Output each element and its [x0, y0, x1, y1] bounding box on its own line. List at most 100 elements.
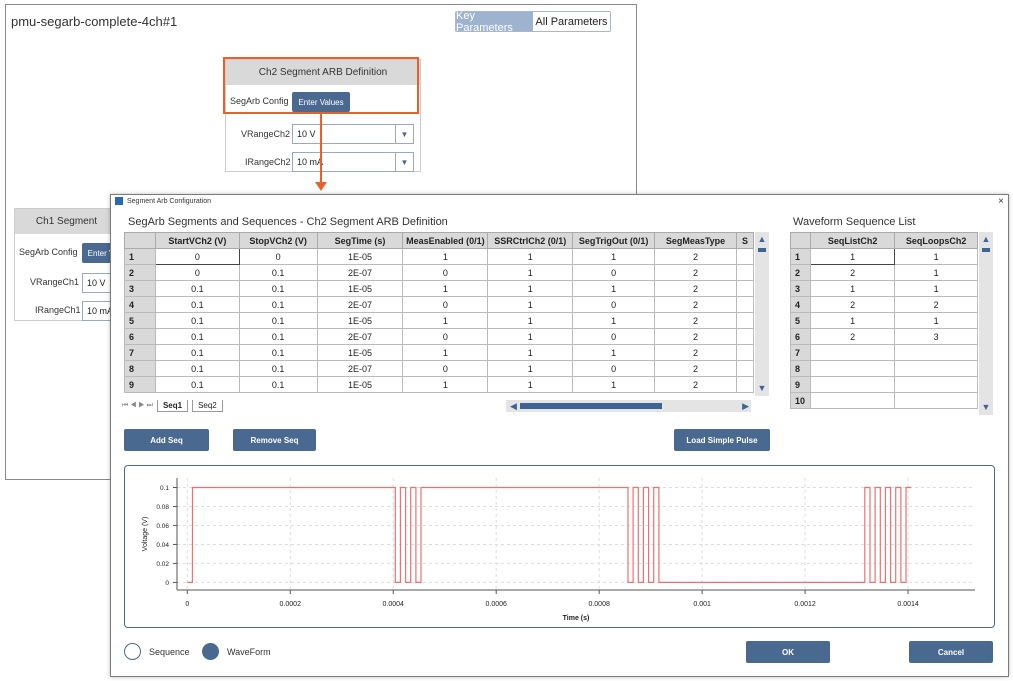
table-cell[interactable]: 1	[894, 264, 978, 281]
table-cell[interactable]: 0.1	[154, 376, 240, 393]
table-cell[interactable]: 0.1	[154, 328, 240, 345]
table-cell[interactable]: 2	[654, 280, 737, 297]
table-cell[interactable]	[735, 312, 754, 329]
table-cell[interactable]: 1	[487, 344, 574, 361]
column-header[interactable]: SegMeasType	[654, 232, 737, 249]
table-cell[interactable]: 1E-05	[316, 280, 404, 297]
row-header[interactable]: 10	[790, 392, 811, 409]
row-header[interactable]: 9	[790, 376, 811, 393]
column-header[interactable]: S	[735, 232, 754, 249]
table-cell[interactable]: 1	[572, 312, 656, 329]
ok-button[interactable]: OK	[746, 641, 830, 663]
table-cell[interactable]	[735, 280, 754, 297]
table-cell[interactable]: 1	[487, 248, 574, 265]
row-header[interactable]: 7	[124, 344, 156, 361]
table-cell[interactable]: 1	[572, 248, 656, 265]
segments-hscroll[interactable]: ◀ ▶	[506, 400, 751, 412]
table-cell[interactable]: 2	[894, 296, 978, 313]
table-cell[interactable]: 3	[894, 328, 978, 345]
table-cell[interactable]: 2E-07	[316, 360, 404, 377]
table-cell[interactable]: 1	[572, 344, 656, 361]
table-cell[interactable]: 1	[894, 312, 978, 329]
all-parameters-tab[interactable]: All Parameters	[533, 12, 610, 31]
column-header[interactable]: SegTime (s)	[316, 232, 404, 249]
scroll-up-icon[interactable]: ▲	[979, 233, 993, 245]
row-header[interactable]: 5	[124, 312, 156, 329]
table-cell[interactable]: 1	[487, 264, 574, 281]
scroll-thumb[interactable]	[982, 248, 990, 252]
table-cell[interactable]: 0	[154, 264, 240, 281]
column-header[interactable]: SeqListCh2	[809, 232, 896, 249]
table-cell[interactable]: 0.1	[154, 280, 240, 297]
scroll-thumb[interactable]	[758, 248, 766, 252]
table-cell[interactable]: 1	[402, 248, 489, 265]
table-cell[interactable]: 0.1	[238, 360, 318, 377]
scroll-right-icon[interactable]: ▶	[742, 401, 749, 412]
table-cell[interactable]: 2	[654, 296, 737, 313]
table-cell[interactable]: 0	[572, 296, 656, 313]
table-cell[interactable]: 2	[654, 248, 737, 265]
row-header[interactable]: 4	[124, 296, 156, 313]
table-cell[interactable]: 1	[809, 312, 896, 329]
chevron-down-icon[interactable]: ▼	[395, 125, 413, 143]
chevron-down-icon[interactable]: ▼	[395, 153, 413, 171]
load-simple-pulse-button[interactable]: Load Simple Pulse	[674, 429, 770, 451]
table-cell[interactable]: 0.1	[154, 312, 240, 329]
row-header[interactable]: 7	[790, 344, 811, 361]
table-cell[interactable]: 0	[572, 264, 656, 281]
table-cell[interactable]: 0	[402, 328, 489, 345]
table-cell[interactable]: 1	[487, 280, 574, 297]
table-cell[interactable]: 1	[809, 248, 896, 265]
table-cell[interactable]: 2	[809, 264, 896, 281]
table-cell[interactable]: 1	[487, 328, 574, 345]
table-cell[interactable]: 2E-07	[316, 296, 404, 313]
table-cell[interactable]: 0.1	[238, 264, 318, 281]
table-cell[interactable]: 1	[487, 296, 574, 313]
table-cell[interactable]	[809, 392, 896, 409]
table-cell[interactable]: 2	[654, 312, 737, 329]
scroll-down-icon[interactable]: ▼	[755, 382, 769, 394]
segments-vscroll[interactable]: ▲ ▼	[755, 232, 769, 396]
row-header[interactable]: 8	[124, 360, 156, 377]
table-cell[interactable]: 1	[402, 280, 489, 297]
vrange-ch2-select[interactable]: 10 V ▼	[292, 124, 414, 144]
hscroll-thumb[interactable]	[520, 403, 662, 409]
scroll-down-icon[interactable]: ▼	[979, 401, 993, 413]
table-cell[interactable]	[735, 376, 754, 393]
table-cell[interactable]	[809, 376, 896, 393]
table-cell[interactable]: 0	[572, 328, 656, 345]
row-header[interactable]: 5	[790, 312, 811, 329]
table-cell[interactable]: 1	[487, 360, 574, 377]
table-cell[interactable]: 1E-05	[316, 248, 404, 265]
table-cell[interactable]: 1E-05	[316, 376, 404, 393]
remove-seq-button[interactable]: Remove Seq	[233, 429, 316, 451]
table-cell[interactable]: 1	[572, 376, 656, 393]
table-cell[interactable]: 0	[402, 264, 489, 281]
table-cell[interactable]	[735, 344, 754, 361]
table-cell[interactable]: 1	[402, 344, 489, 361]
table-cell[interactable]: 2	[654, 264, 737, 281]
scroll-up-icon[interactable]: ▲	[755, 233, 769, 245]
column-header[interactable]: SegTrigOut (0/1)	[572, 232, 656, 249]
table-cell[interactable]: 0.1	[238, 312, 318, 329]
row-header[interactable]: 4	[790, 296, 811, 313]
row-header[interactable]: 6	[790, 328, 811, 345]
table-cell[interactable]: 0.1	[154, 296, 240, 313]
table-cell[interactable]: 0.1	[154, 360, 240, 377]
table-cell[interactable]	[894, 360, 978, 377]
table-cell[interactable]	[809, 344, 896, 361]
table-cell[interactable]	[735, 296, 754, 313]
table-cell[interactable]	[735, 360, 754, 377]
table-cell[interactable]: 0	[402, 360, 489, 377]
column-header[interactable]: StopVCh2 (V)	[238, 232, 318, 249]
table-cell[interactable]: 2	[654, 360, 737, 377]
table-cell[interactable]: 1	[402, 312, 489, 329]
table-cell[interactable]: 0.1	[238, 296, 318, 313]
row-header[interactable]: 1	[124, 248, 156, 265]
table-cell[interactable]: 0	[572, 360, 656, 377]
radio-unchecked-icon[interactable]	[124, 643, 141, 660]
table-cell[interactable]: 0	[238, 248, 318, 265]
sequence-radio[interactable]: Sequence	[124, 643, 190, 660]
row-header[interactable]: 6	[124, 328, 156, 345]
table-cell[interactable]	[735, 264, 754, 281]
